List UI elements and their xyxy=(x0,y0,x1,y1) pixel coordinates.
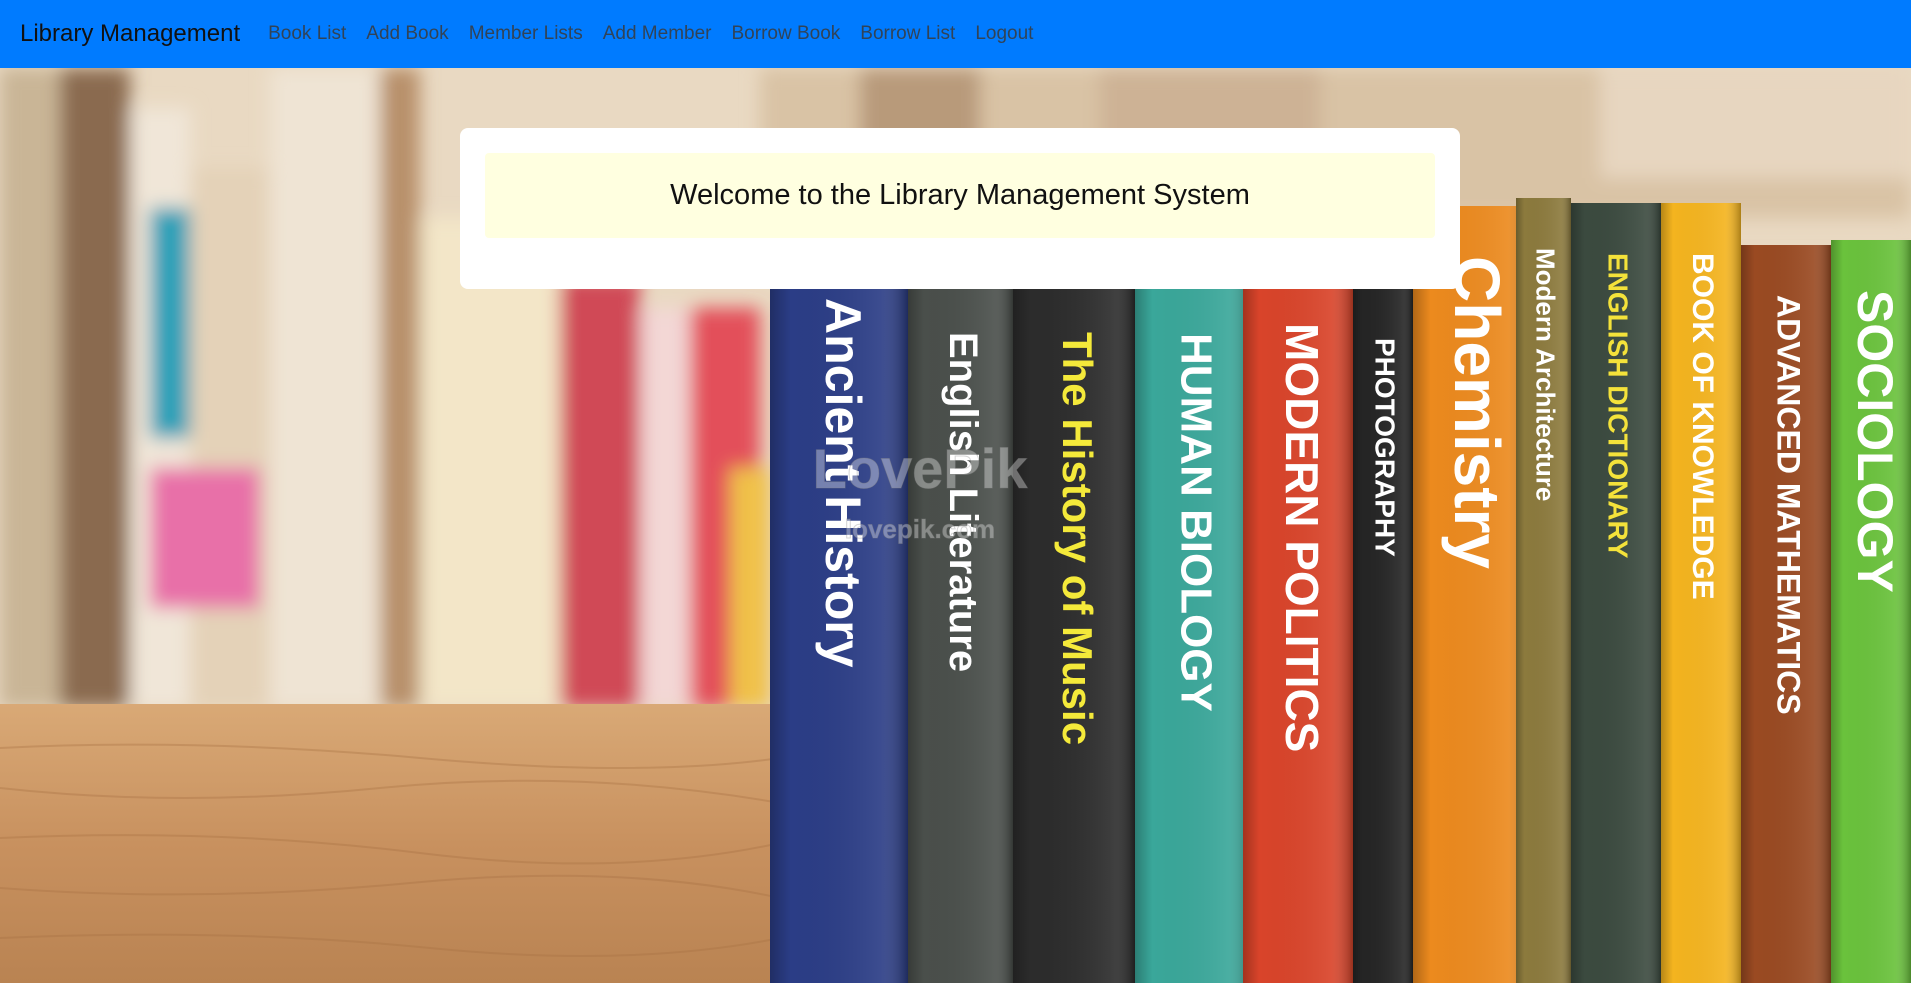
book-spine: English Literature xyxy=(908,282,1013,983)
watermark-text: LovePik xyxy=(813,437,1029,500)
book-spine-title: The History of Music xyxy=(1054,332,1101,745)
book-spine-title: HUMAN BIOLOGY xyxy=(1171,333,1220,712)
book-spine-title: SOCIOLOGY xyxy=(1847,290,1903,593)
nav-borrow-list[interactable]: Borrow List xyxy=(860,23,955,45)
welcome-card: Welcome to the Library Management System xyxy=(460,128,1460,289)
book-spine: BOOK OF KNOWLEDGE xyxy=(1661,203,1741,983)
book-spine: ENGLISH DICTIONARY xyxy=(1571,203,1661,983)
nav-book-list[interactable]: Book List xyxy=(268,23,346,45)
book-spine-title: MODERN POLITICS xyxy=(1276,323,1328,752)
book-spines: Ancient History English Literature The His… xyxy=(770,198,1911,983)
book-spine: Chemistry xyxy=(1413,206,1531,983)
book-spine: Modern Architecture xyxy=(1516,198,1571,983)
book-spine: HUMAN BIOLOGY xyxy=(1135,283,1251,983)
book-spine-title: BOOK OF KNOWLEDGE xyxy=(1686,253,1719,600)
book-spine: Ancient History xyxy=(770,248,908,983)
book-spine: MODERN POLITICS xyxy=(1243,273,1353,983)
book-spine: SOCIOLOGY xyxy=(1831,240,1911,983)
nav-member-lists[interactable]: Member Lists xyxy=(469,23,583,45)
book-spine: PHOTOGRAPHY xyxy=(1353,288,1413,983)
top-navbar: Library Management Book List Add Book Me… xyxy=(0,0,1911,68)
book-spine-title: ADVANCED MATHEMATICS xyxy=(1771,295,1807,715)
book-spine: The History of Music xyxy=(1013,282,1135,983)
book-spine: ADVANCED MATHEMATICS xyxy=(1741,245,1831,983)
nav-add-member[interactable]: Add Member xyxy=(603,23,712,45)
nav-borrow-book[interactable]: Borrow Book xyxy=(732,23,841,45)
watermark-subtext: lovepik.com xyxy=(845,514,995,544)
book-spine-title: Chemistry xyxy=(1441,256,1513,569)
book-spine-title: ENGLISH DICTIONARY xyxy=(1603,253,1634,559)
brand-link[interactable]: Library Management xyxy=(20,20,240,48)
nav-logout[interactable]: Logout xyxy=(975,23,1033,45)
welcome-alert: Welcome to the Library Management System xyxy=(485,153,1435,238)
book-spine-title: English Literature xyxy=(941,332,985,672)
book-spine-title: Modern Architecture xyxy=(1531,248,1561,501)
nav-add-book[interactable]: Add Book xyxy=(366,23,448,45)
book-spine-title: PHOTOGRAPHY xyxy=(1370,338,1401,557)
